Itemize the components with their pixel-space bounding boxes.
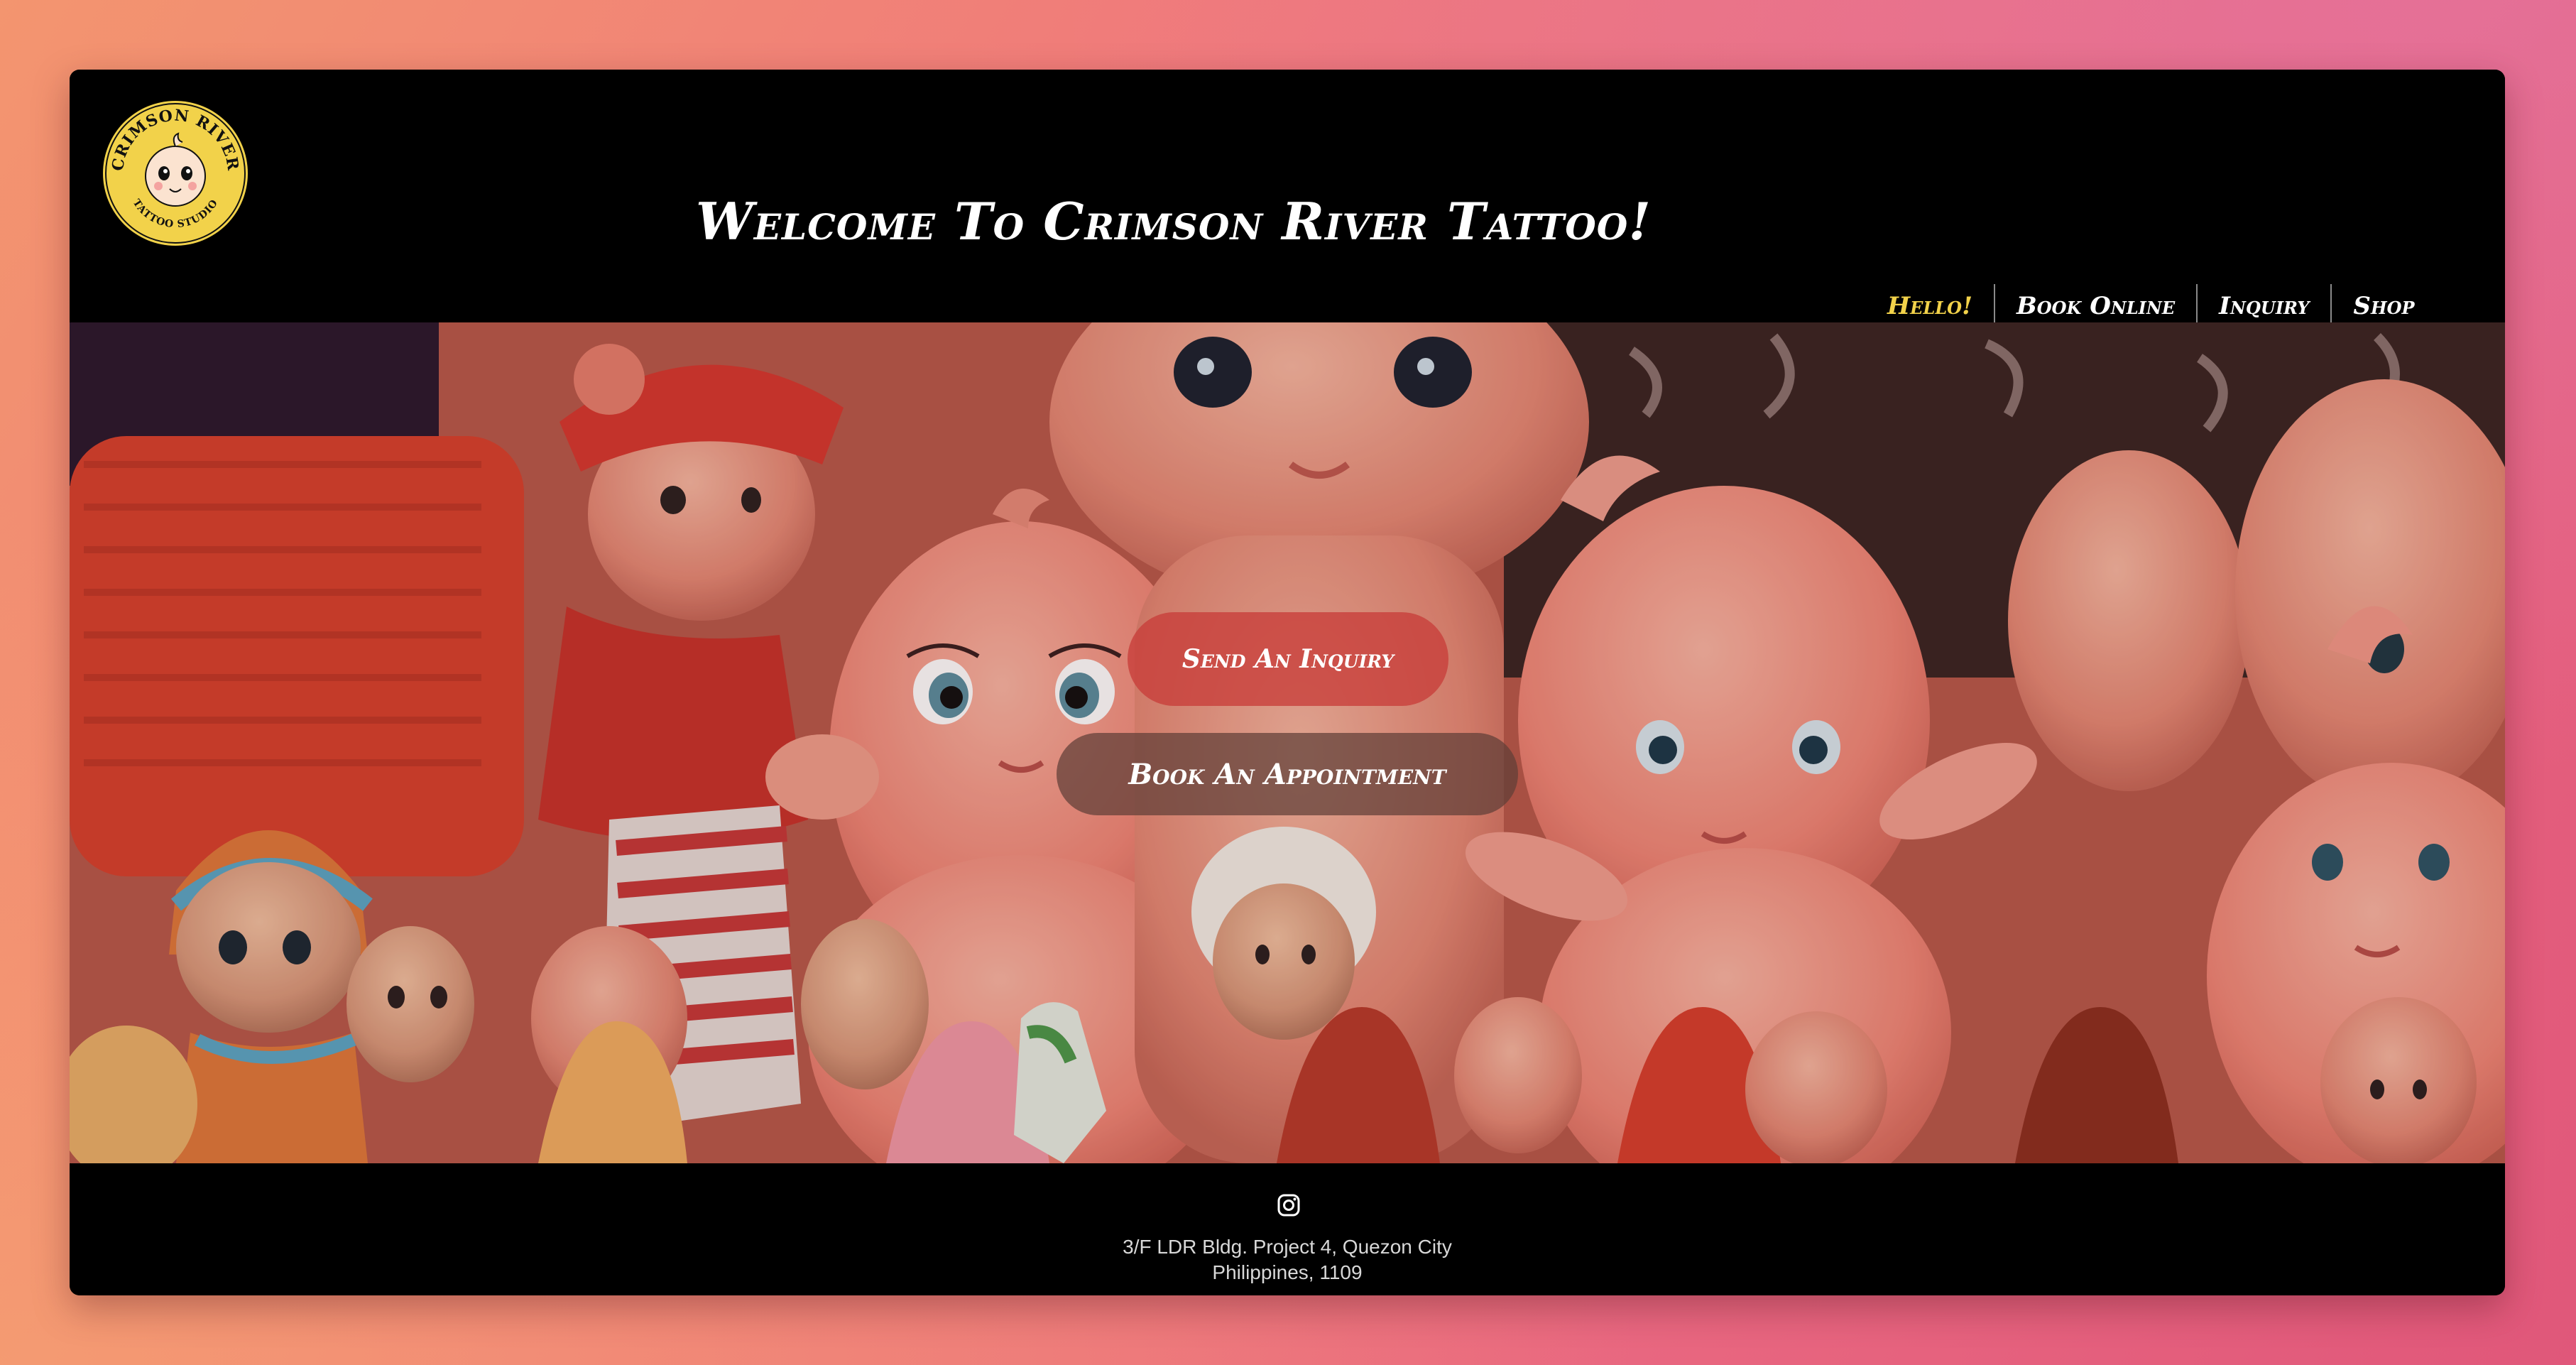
hero-section: Send An Inquiry Book An Appointment — [70, 322, 2505, 1163]
instagram-icon[interactable] — [1277, 1193, 1301, 1217]
nav-item-hello[interactable]: Hello! — [1866, 284, 1994, 328]
address-line-2: Philippines, 1109 — [1212, 1261, 1363, 1283]
site-logo[interactable]: CRIMSON RIVER TATTOO STUDIO — [102, 99, 249, 247]
main-navigation: Hello! Book Online Inquiry Shop — [1866, 284, 2436, 328]
nav-item-book-online[interactable]: Book Online — [1995, 284, 2196, 328]
site-header: CRIMSON RIVER TATTOO STUDIO Welcome To C… — [70, 70, 2505, 328]
nav-item-inquiry[interactable]: Inquiry — [2198, 284, 2330, 328]
kewpie-logo-icon: CRIMSON RIVER TATTOO STUDIO — [103, 101, 248, 246]
footer-address: 3/F LDR Bldg. Project 4, Quezon City Phi… — [70, 1234, 2505, 1285]
nav-item-shop[interactable]: Shop — [2332, 284, 2435, 328]
page-title: Welcome To Crimson River Tattoo! — [696, 191, 1652, 251]
book-appointment-button[interactable]: Book An Appointment — [1057, 733, 1518, 815]
website-frame: CRIMSON RIVER TATTOO STUDIO Welcome To C… — [70, 70, 2505, 1295]
address-line-1: 3/F LDR Bldg. Project 4, Quezon City — [1123, 1236, 1452, 1258]
send-inquiry-button[interactable]: Send An Inquiry — [1128, 612, 1448, 706]
site-footer: 3/F LDR Bldg. Project 4, Quezon City Phi… — [70, 1163, 2505, 1295]
